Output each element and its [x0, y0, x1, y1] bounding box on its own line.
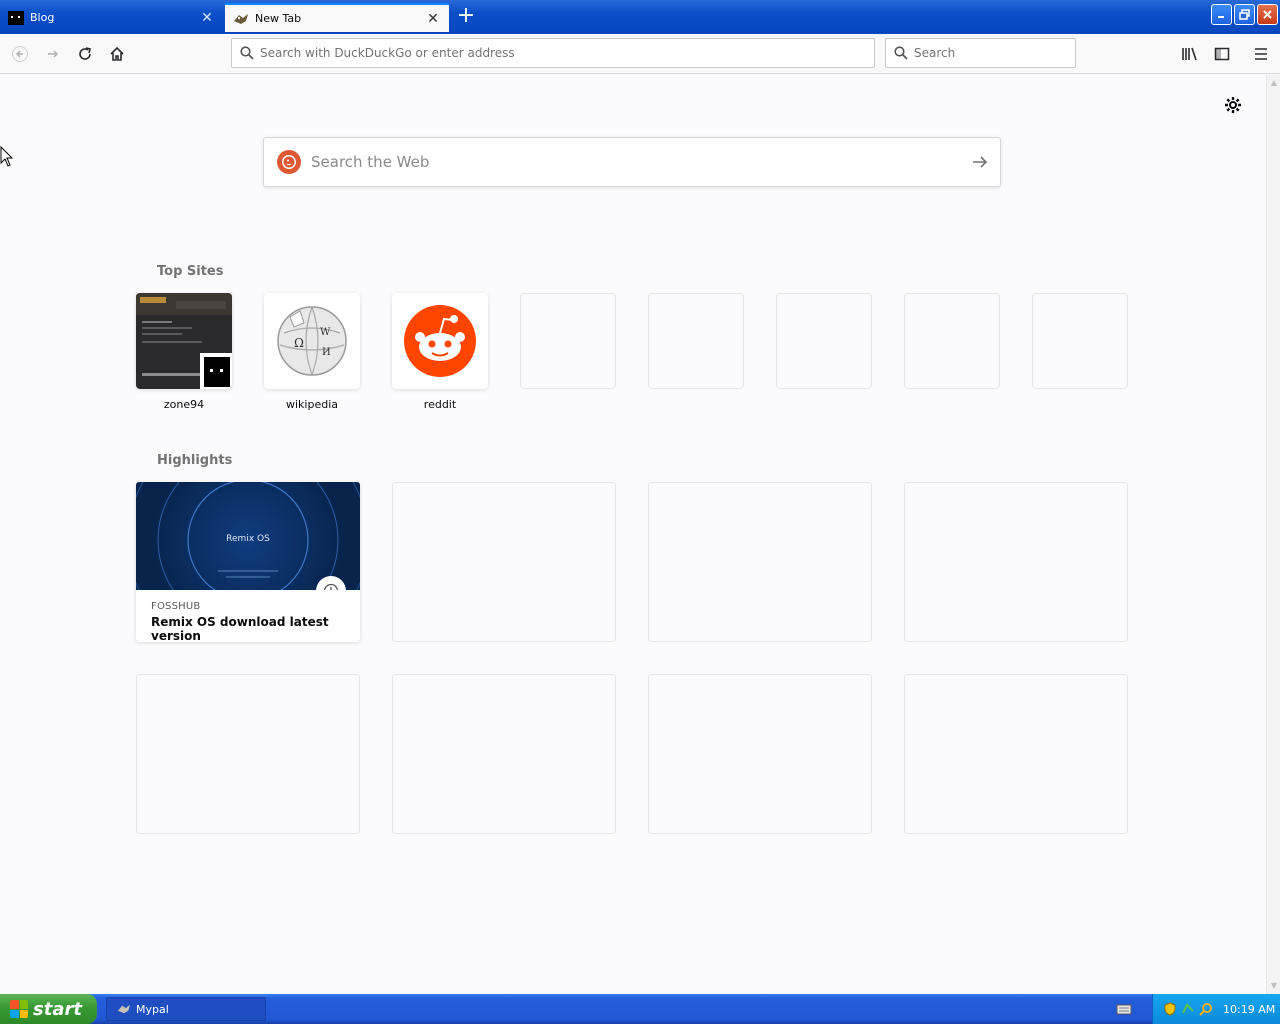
system-tray: 10:19 AM — [1152, 994, 1280, 1024]
address-input[interactable] — [260, 46, 874, 60]
tab-blog[interactable]: Blog ✕ — [0, 3, 223, 32]
top-site-label: reddit — [423, 398, 457, 411]
svg-text:Ω: Ω — [294, 336, 304, 350]
tab-label: Blog — [30, 11, 55, 24]
top-site-thumbnail: Ω W И — [264, 293, 360, 389]
taskbar-item-mypal[interactable]: Mypal — [106, 997, 266, 1021]
forward-arrow-icon — [48, 50, 59, 58]
highlight-placeholder — [904, 674, 1128, 834]
top-site-thumbnail — [136, 293, 232, 389]
highlight-source: FOSSHUB — [151, 601, 201, 612]
svg-text:W: W — [320, 327, 331, 338]
close-tab-icon[interactable]: ✕ — [425, 11, 441, 27]
highlight-card[interactable]: Remix OS FOSSHUB Remix OS download lates… — [136, 482, 360, 642]
reddit-logo-icon — [392, 293, 488, 389]
sidebar-button[interactable] — [1208, 40, 1236, 68]
window-controls — [1211, 4, 1278, 25]
search-icon — [894, 46, 908, 60]
web-search-input[interactable] — [311, 153, 960, 171]
nav-toolbar — [0, 34, 1280, 74]
vertical-scrollbar[interactable]: ▲ ▼ — [1266, 75, 1280, 994]
top-sites-title: Top Sites — [157, 264, 224, 279]
taskbar-item-label: Mypal — [136, 1002, 169, 1016]
windows-flag-icon — [10, 1000, 28, 1018]
top-site-tile[interactable]: Ω W И wikipedia — [264, 293, 360, 411]
duckduckgo-logo-icon — [277, 150, 301, 174]
highlight-placeholder — [904, 482, 1128, 642]
library-icon — [1182, 47, 1197, 61]
highlight-title: Remix OS download latest version — [151, 615, 329, 642]
top-site-tile[interactable]: zone94 — [136, 293, 232, 411]
hamburger-menu-icon — [1255, 48, 1267, 60]
highlight-placeholder — [648, 482, 872, 642]
highlight-placeholder — [392, 482, 616, 642]
tab-strip: Blog ✕ New Tab ✕ + — [0, 0, 1280, 34]
search-icon — [240, 46, 254, 60]
top-site-label: wikipedia — [285, 398, 338, 411]
start-button[interactable]: start — [0, 994, 97, 1024]
close-window-button[interactable] — [1257, 4, 1278, 25]
blog-favicon-icon — [8, 10, 24, 26]
top-site-placeholder — [904, 293, 1000, 389]
mypal-favicon-icon — [233, 11, 249, 27]
sidebar-icon — [1214, 47, 1230, 61]
top-site-placeholder — [648, 293, 744, 389]
new-tab-page: Top Sites zone94 — [0, 75, 1266, 994]
highlight-thumbnail-text: Remix OS — [226, 534, 270, 544]
home-button[interactable] — [103, 40, 131, 68]
search-go-arrow-icon[interactable] — [960, 142, 1000, 182]
zone94-screenshot-thumbnail — [136, 293, 232, 389]
highlights-title: Highlights — [157, 453, 233, 468]
menu-button[interactable] — [1247, 40, 1275, 68]
wikipedia-globe-icon: Ω W И — [264, 293, 360, 389]
tab-label: New Tab — [255, 12, 302, 25]
search-input[interactable] — [914, 46, 1075, 60]
mouse-cursor-icon — [0, 146, 14, 167]
top-site-label: zone94 — [163, 398, 205, 411]
web-search-box[interactable] — [263, 137, 1001, 187]
security-shield-icon[interactable] — [1163, 1002, 1177, 1016]
back-button[interactable] — [6, 40, 34, 68]
new-tab-plus-icon[interactable]: + — [452, 4, 480, 30]
minimize-button[interactable] — [1211, 4, 1232, 25]
top-site-placeholder — [520, 293, 616, 389]
highlight-placeholder — [136, 674, 360, 834]
highlight-placeholder — [648, 674, 872, 834]
reload-button[interactable] — [71, 40, 99, 68]
top-site-thumbnail — [392, 293, 488, 389]
address-bar[interactable] — [231, 38, 875, 68]
highlight-placeholder — [392, 674, 616, 834]
keyboard-icon[interactable] — [1116, 1002, 1132, 1016]
reload-icon — [79, 47, 91, 60]
network-icon[interactable] — [1181, 1002, 1195, 1016]
svg-text:И: И — [322, 347, 331, 358]
top-site-placeholder — [776, 293, 872, 389]
gear-icon — [1225, 97, 1241, 113]
search-tray-icon[interactable] — [1199, 1002, 1213, 1016]
back-arrow-icon — [12, 46, 28, 62]
scroll-up-icon[interactable]: ▲ — [1269, 78, 1279, 88]
mypal-app-icon — [118, 1004, 130, 1014]
restore-button[interactable] — [1234, 4, 1255, 25]
library-button[interactable] — [1176, 40, 1204, 68]
taskbar: start Mypal 10:19 AM — [0, 994, 1280, 1024]
clock: 10:19 AM — [1223, 1002, 1276, 1016]
forward-button[interactable] — [39, 40, 67, 68]
close-tab-icon[interactable]: ✕ — [199, 10, 215, 26]
top-site-tile[interactable]: reddit — [392, 293, 488, 411]
top-site-placeholder — [1032, 293, 1128, 389]
customize-button[interactable] — [1222, 94, 1244, 116]
highlight-thumbnail: Remix OS — [136, 482, 360, 590]
tab-new-tab[interactable]: New Tab ✕ — [225, 3, 449, 32]
start-label: start — [33, 998, 82, 1020]
search-bar[interactable] — [885, 38, 1076, 68]
scroll-down-icon[interactable]: ▼ — [1269, 981, 1279, 991]
home-icon — [110, 46, 124, 61]
